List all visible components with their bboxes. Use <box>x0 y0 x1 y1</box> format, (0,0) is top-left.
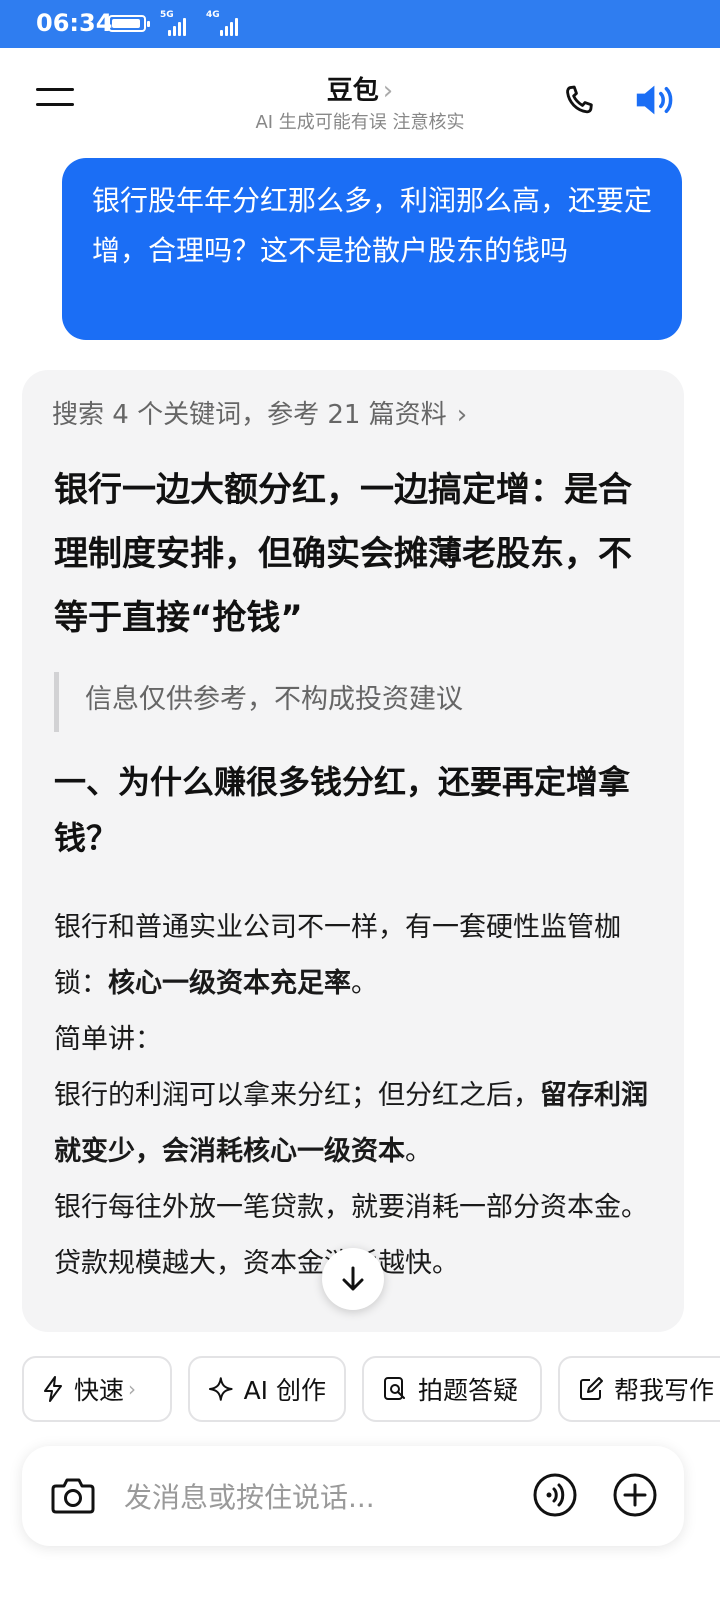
paragraph: 银行的利润可以拿来分红；但分红之后，留存利润就变少，会消耗核心一级资本。 <box>54 1080 648 1167</box>
chip-fast[interactable]: 快速 › <box>22 1356 172 1422</box>
sparkle-icon <box>208 1377 233 1401</box>
signal-5g-icon: 5G <box>160 10 186 36</box>
message-input[interactable]: 发消息或按住说话... <box>124 1476 375 1516</box>
search-summary[interactable]: 搜索 4 个关键词，参考 21 篇资料 › <box>52 394 467 431</box>
paragraph: 简单讲： <box>54 1024 162 1055</box>
status-time: 06:34 <box>36 9 113 37</box>
ai-disclaimer: AI 生成可能有误 注意核实 <box>255 112 465 133</box>
camera-icon[interactable] <box>50 1474 96 1516</box>
lightning-icon <box>44 1376 62 1402</box>
chevron-right-icon: › <box>382 76 394 106</box>
chevron-right-icon: › <box>456 400 468 430</box>
scroll-to-bottom-button[interactable] <box>322 1248 384 1310</box>
quick-actions: 快速 › AI 创作 拍题答疑 帮我写作 <box>0 1356 720 1424</box>
chip-ai-create[interactable]: AI 创作 <box>188 1356 346 1422</box>
paragraph: 银行和普通实业公司不一样，有一套硬性监管枷锁：核心一级资本充足率。 <box>54 912 621 999</box>
voice-icon[interactable] <box>532 1472 578 1518</box>
answer-headline: 银行一边大额分红，一边搞定增：是合理制度安排，但确实会摊薄老股东，不等于直接“抢… <box>54 470 632 638</box>
phone-icon[interactable] <box>560 82 598 120</box>
edit-icon <box>580 1377 603 1400</box>
answer-body: 银行和普通实业公司不一样，有一套硬性监管枷锁：核心一级资本充足率。 简单讲： 银… <box>54 900 654 1292</box>
chip-help-write[interactable]: 帮我写作 <box>558 1356 720 1422</box>
speaker-icon[interactable] <box>632 80 680 120</box>
battery-icon <box>108 15 150 32</box>
chip-photo-question[interactable]: 拍题答疑 <box>362 1356 542 1422</box>
search-doc-icon <box>384 1377 405 1400</box>
top-bar: 豆包 › AI 生成可能有误 注意核实 <box>0 48 720 152</box>
user-message-bubble[interactable]: 银行股年年分红那么多，利润那么高，还要定增，合理吗？这不是抢散户股东的钱吗 <box>62 158 682 340</box>
section-heading: 一、为什么赚很多钱分红，还要再定增拿钱？ <box>54 763 631 857</box>
chat-title[interactable]: 豆包 › <box>0 70 720 107</box>
arrow-down-icon <box>342 1266 364 1291</box>
answer-card: 搜索 4 个关键词，参考 21 篇资料 › 银行一边大额分红，一边搞定增：是合理制… <box>22 370 684 1332</box>
signal-4g-icon: 4G <box>206 10 238 36</box>
plus-icon[interactable] <box>612 1472 658 1518</box>
status-bar: 06:34 5G 4G <box>0 0 720 48</box>
investment-disclaimer: 信息仅供参考，不构成投资建议 <box>54 672 463 732</box>
message-input-bar: 发消息或按住说话... <box>22 1446 684 1546</box>
